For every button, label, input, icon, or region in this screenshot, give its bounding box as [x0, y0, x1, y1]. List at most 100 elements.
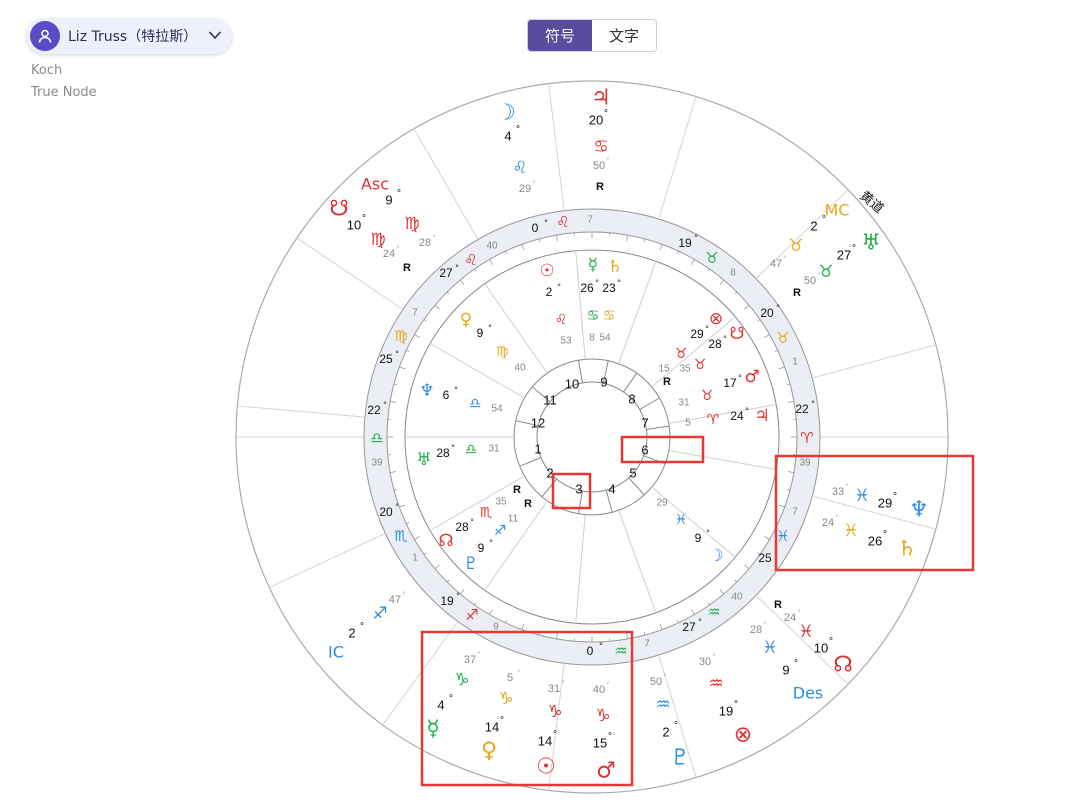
svg-text:°: °: [395, 502, 399, 512]
uranus-degree: 27: [837, 248, 851, 263]
svg-text:°: °: [488, 323, 492, 333]
svg-text:°: °: [451, 443, 455, 453]
jupiter-icon: ♃: [591, 86, 611, 111]
cusp-degree: 20: [379, 505, 393, 519]
cusp-sign-icon: ♎: [370, 429, 383, 447]
cusp-degree: 22: [367, 403, 381, 417]
mars-inner-minutes: 31: [678, 398, 690, 409]
svg-text:′: ′: [836, 513, 838, 523]
mc-sign-icon: ♉: [788, 236, 803, 256]
svg-text:′: ′: [764, 620, 766, 630]
mc-degree: 2: [810, 219, 817, 234]
outer-spoke: [413, 128, 479, 240]
neptune-minutes: 33: [832, 486, 844, 498]
mercury-inner-degree: 26: [580, 281, 594, 295]
cusp-minutes: 39: [799, 458, 811, 469]
saturn-inner-degree: 23: [602, 281, 616, 295]
jupiter-inner-degree: 24: [730, 409, 744, 423]
uranus-inner-sign-icon: ♎: [465, 442, 478, 458]
moon-degree: 4: [504, 129, 511, 144]
svg-text:′: ′: [713, 652, 715, 662]
house-number-5: 5: [629, 466, 636, 481]
uranus-sign-icon: ♉: [818, 262, 833, 282]
cusp-degree: 25: [379, 352, 393, 366]
svg-text:°: °: [595, 278, 599, 288]
venus-inner-degree: 9: [477, 326, 484, 340]
svg-text:°: °: [553, 730, 557, 741]
north-node-minutes: 24: [784, 612, 796, 624]
uranus-retrograde: R: [793, 287, 801, 299]
des-minutes: 28: [750, 624, 762, 636]
house-number-1: 1: [534, 442, 541, 457]
mc-minutes: 47: [770, 258, 782, 270]
pluto-minutes: 50: [650, 676, 662, 688]
house-number-6: 6: [641, 443, 648, 458]
svg-text:°: °: [811, 399, 815, 409]
ic-icon: IC: [328, 643, 344, 662]
svg-text:°: °: [516, 125, 520, 136]
north-node-degree: 10: [814, 641, 828, 656]
svg-text:°: °: [360, 622, 364, 633]
svg-text:′: ′: [518, 668, 520, 678]
south-node-sign-icon: ♍: [370, 230, 385, 250]
asc-sign-icon: ♍: [404, 214, 419, 234]
moon-inner-minutes: 29: [656, 498, 668, 509]
cusp-degree: 0: [587, 644, 594, 658]
sun-minutes: 31: [548, 683, 560, 695]
svg-text:°: °: [794, 659, 798, 670]
svg-text:°: °: [449, 694, 453, 705]
venus-inner-minutes: 40: [514, 363, 526, 374]
cusp-degree: 27: [439, 266, 453, 280]
moon-inner-icon: ☽: [708, 546, 723, 566]
neptune-inner-icon: ♆: [419, 381, 434, 401]
asc-minutes: 28: [419, 237, 431, 249]
mercury-inner-minutes: 8: [589, 333, 595, 344]
south-node-retrograde: R: [403, 262, 411, 274]
pluto-inner-icon: ♇: [463, 554, 478, 574]
svg-text:′: ′: [784, 254, 786, 264]
house-number-9: 9: [600, 375, 607, 390]
outer-spoke: [812, 344, 936, 379]
jupiter-inner-sign-icon: ♈: [707, 412, 720, 428]
pluto-icon: ♇: [670, 746, 690, 771]
mars-degree: 15: [593, 736, 607, 751]
north-node-inner-sign-icon: ♏: [480, 505, 493, 521]
part-of-fortune-sign-icon: ♒: [708, 674, 723, 694]
neptune-inner-degree: 6: [443, 388, 450, 402]
svg-text:′: ′: [533, 179, 535, 189]
moon-inner-sign-icon: ♓: [675, 512, 688, 528]
part-of-fortune-icon: ⊗: [734, 723, 752, 748]
venus-degree: 14: [485, 720, 499, 735]
pluto-inner-degree: 9: [478, 541, 485, 555]
svg-text:°: °: [883, 530, 887, 541]
svg-text:°: °: [599, 641, 603, 651]
svg-text:°: °: [738, 373, 742, 383]
moon-minutes: 29: [519, 183, 531, 195]
svg-text:°: °: [395, 349, 399, 359]
asc-icon: Asc: [361, 175, 389, 194]
venus-icon: ♀: [481, 739, 497, 764]
mercury-degree: 4: [437, 698, 444, 713]
cusp-sign-icon: ♈: [800, 429, 813, 447]
sun-inner-sign-icon: ♌: [555, 312, 568, 328]
cusp-sign-icon: ♉: [776, 329, 789, 347]
mars-inner-sign-icon: ♉: [701, 388, 714, 404]
svg-text:°: °: [362, 214, 366, 225]
sun-sign-icon: ♑: [547, 702, 562, 722]
jupiter-degree: 20: [589, 113, 603, 128]
outer-spoke: [382, 621, 459, 726]
cusp-minutes: 7: [644, 639, 650, 650]
sun-inner-minutes: 53: [560, 336, 572, 347]
mercury-inner-sign-icon: ♋: [587, 308, 600, 324]
svg-text:°: °: [617, 278, 621, 288]
svg-text:′: ′: [478, 650, 480, 660]
venus-sign-icon: ♑: [498, 689, 513, 709]
svg-text:°: °: [674, 721, 678, 732]
north-node-icon: ☊: [833, 653, 853, 678]
mercury-minutes: 37: [464, 654, 476, 666]
part-of-fortune-degree: 19: [719, 704, 733, 719]
south-node-degree: 10: [347, 218, 361, 233]
venus-minutes: 5: [507, 672, 513, 684]
cusp-sign-icon: ♍: [394, 327, 407, 345]
des-sign-icon: ♓: [762, 638, 777, 658]
